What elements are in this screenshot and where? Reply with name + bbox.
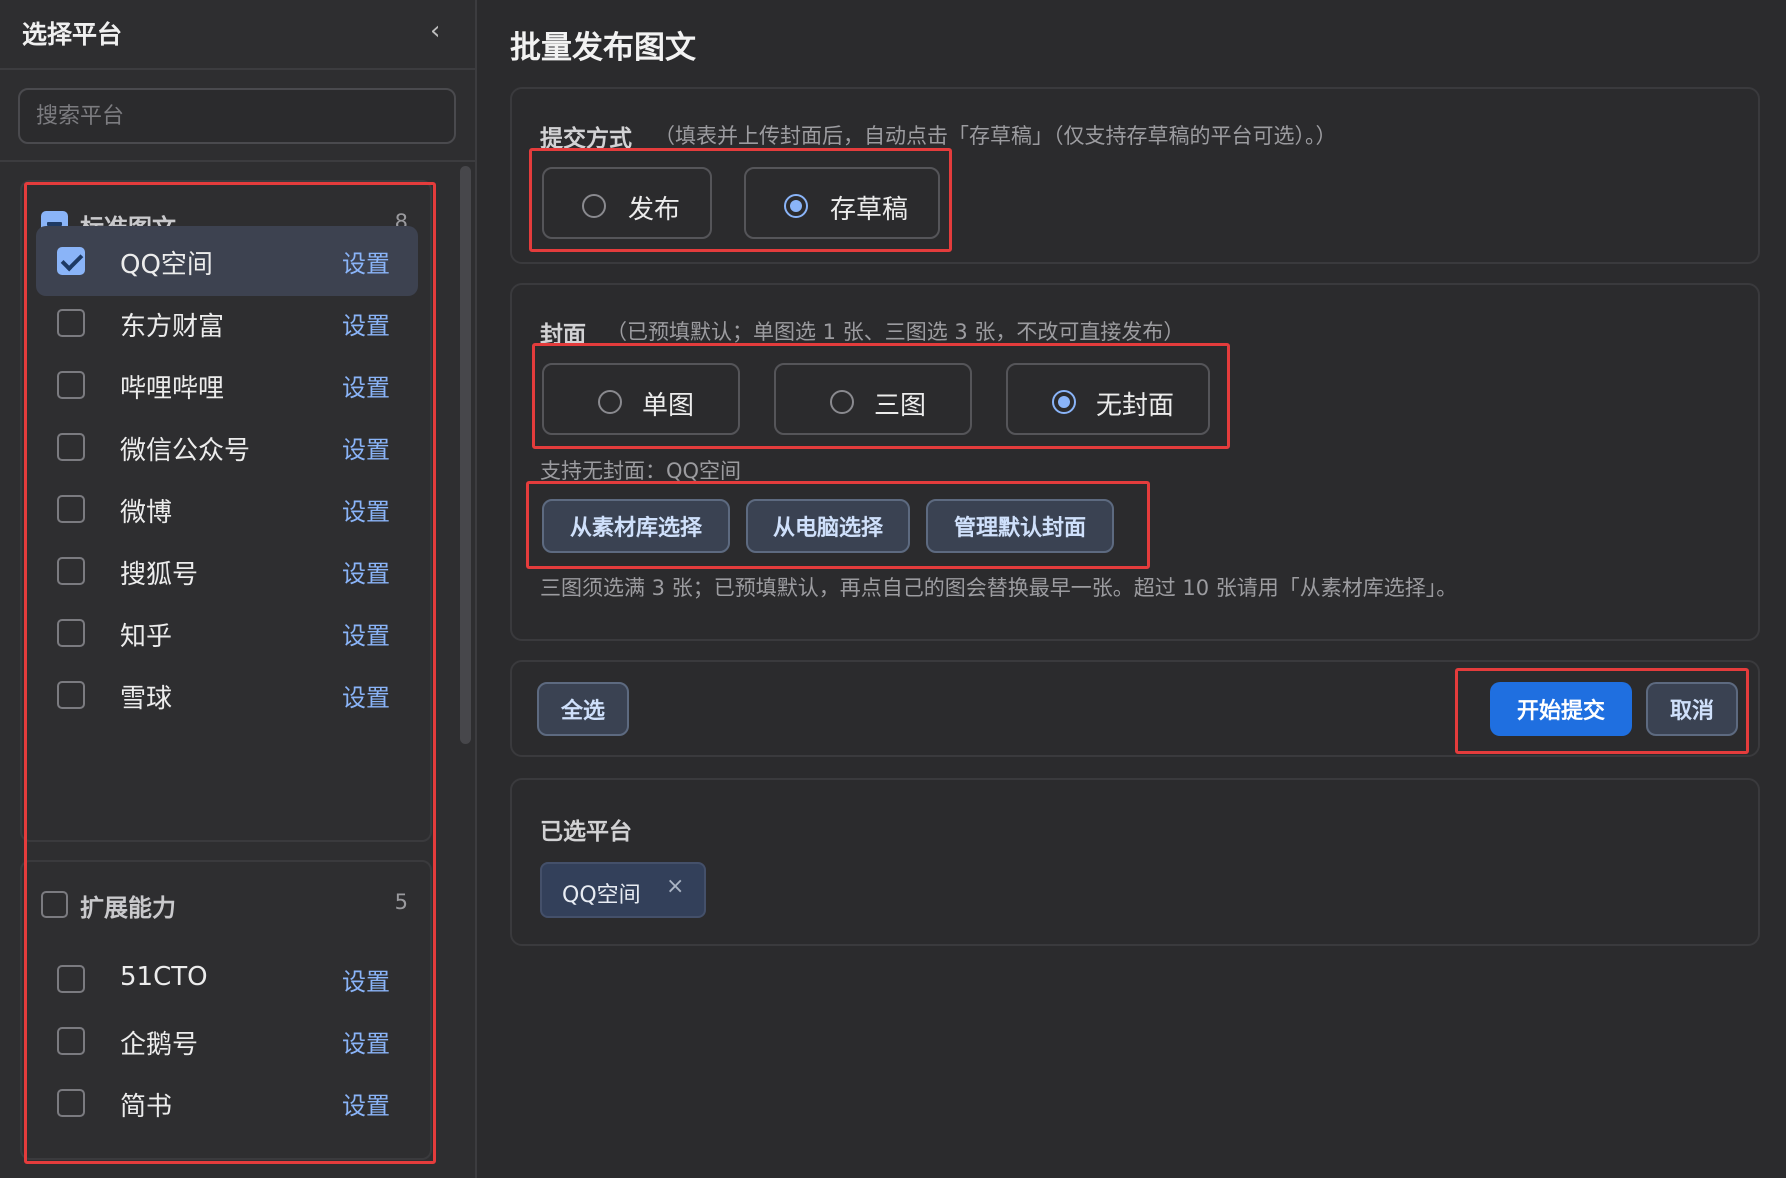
platform-settings-link[interactable]: 设置 bbox=[342, 962, 390, 997]
platform-checkbox[interactable] bbox=[57, 1089, 85, 1117]
choose-from-library-button[interactable]: 从素材库选择 bbox=[542, 499, 730, 553]
chip-label: QQ空间 bbox=[562, 883, 641, 908]
platform-search-input[interactable] bbox=[18, 88, 456, 144]
start-submit-button[interactable]: 开始提交 bbox=[1490, 682, 1632, 736]
platform-label: QQ空间 bbox=[120, 250, 213, 280]
platform-settings-link[interactable]: 设置 bbox=[342, 1086, 390, 1121]
platform-item[interactable]: 简书 设置 bbox=[36, 1068, 418, 1138]
actions-card: 全选 开始提交 取消 bbox=[510, 660, 1760, 757]
platform-item[interactable]: 哔哩哔哩 设置 bbox=[36, 350, 418, 420]
platform-settings-link[interactable]: 设置 bbox=[342, 244, 390, 279]
selected-platforms-card: 已选平台 QQ空间 × bbox=[510, 778, 1760, 946]
submit-method-label: 提交方式 bbox=[540, 126, 632, 152]
platform-settings-link[interactable]: 设置 bbox=[342, 306, 390, 341]
radio-single-image[interactable]: 单图 bbox=[542, 363, 740, 435]
manage-default-covers-button[interactable]: 管理默认封面 bbox=[926, 499, 1114, 553]
select-all-button[interactable]: 全选 bbox=[537, 682, 629, 736]
radio-indicator bbox=[830, 390, 854, 414]
platform-label: 简书 bbox=[120, 1092, 173, 1122]
scrollbar-thumb[interactable] bbox=[460, 166, 471, 744]
platform-settings-link[interactable]: 设置 bbox=[342, 492, 390, 527]
platform-label: 51CTO bbox=[120, 962, 208, 992]
radio-label: 无封面 bbox=[1096, 391, 1175, 421]
platform-settings-link[interactable]: 设置 bbox=[342, 368, 390, 403]
platform-checkbox[interactable] bbox=[57, 619, 85, 647]
radio-indicator bbox=[582, 194, 606, 218]
search-area bbox=[0, 72, 475, 162]
radio-three-images[interactable]: 三图 bbox=[774, 363, 972, 435]
group-count: 5 bbox=[394, 890, 408, 914]
cover-hint: （已预填默认；单图选 1 张、三图选 3 张，不改可直接发布） bbox=[606, 320, 1185, 344]
remove-chip-icon[interactable]: × bbox=[666, 874, 684, 899]
cover-card: 封面 （已预填默认；单图选 1 张、三图选 3 张，不改可直接发布） 单图 三图… bbox=[510, 283, 1760, 641]
cancel-button[interactable]: 取消 bbox=[1646, 682, 1738, 736]
platform-item[interactable]: QQ空间 设置 bbox=[36, 226, 418, 296]
no-cover-support-note: 支持无封面：QQ空间 bbox=[540, 459, 742, 483]
radio-publish[interactable]: 发布 bbox=[542, 167, 712, 239]
platform-item[interactable]: 微博 设置 bbox=[36, 474, 418, 544]
platform-label: 雪球 bbox=[120, 684, 173, 714]
platform-checkbox[interactable] bbox=[57, 1027, 85, 1055]
platform-item[interactable]: 51CTO 设置 bbox=[36, 944, 418, 1014]
platform-checkbox[interactable] bbox=[57, 309, 85, 337]
platform-checkbox[interactable] bbox=[57, 557, 85, 585]
platform-settings-link[interactable]: 设置 bbox=[342, 678, 390, 713]
platform-checkbox[interactable] bbox=[57, 965, 85, 993]
collapse-sidebar-icon[interactable]: ‹ bbox=[430, 16, 440, 46]
platform-checkbox[interactable] bbox=[57, 433, 85, 461]
group-checkbox[interactable] bbox=[41, 891, 68, 918]
platform-settings-link[interactable]: 设置 bbox=[342, 1024, 390, 1059]
platform-settings-link[interactable]: 设置 bbox=[342, 430, 390, 465]
platform-item[interactable]: 雪球 设置 bbox=[36, 660, 418, 730]
platform-label: 微信公众号 bbox=[120, 436, 251, 466]
three-image-note: 三图须选满 3 张；已预填默认，再点自己的图会替换最早一张。超过 10 张请用「… bbox=[540, 576, 1458, 600]
radio-indicator bbox=[1052, 390, 1076, 414]
radio-label: 存草稿 bbox=[830, 195, 909, 225]
platform-item[interactable]: 东方财富 设置 bbox=[36, 288, 418, 358]
choose-from-computer-button[interactable]: 从电脑选择 bbox=[746, 499, 910, 553]
group-standard: 标准图文 8 QQ空间 设置 东方财富 设置 哔哩哔哩 设置 微信公众号 设置 … bbox=[20, 180, 432, 842]
platform-label: 哔哩哔哩 bbox=[120, 374, 225, 404]
submit-method-hint: （填表并上传封面后，自动点击「存草稿」（仅支持存草稿的平台可选）。） bbox=[654, 124, 1337, 148]
sidebar-title: 选择平台 bbox=[22, 20, 123, 49]
page-title: 批量发布图文 bbox=[510, 30, 696, 66]
radio-label: 发布 bbox=[628, 195, 681, 225]
group-header[interactable]: 扩展能力 5 bbox=[22, 862, 430, 938]
radio-no-cover[interactable]: 无封面 bbox=[1006, 363, 1210, 435]
platform-settings-link[interactable]: 设置 bbox=[342, 616, 390, 651]
platform-label: 东方财富 bbox=[120, 312, 225, 342]
platform-item[interactable]: 微信公众号 设置 bbox=[36, 412, 418, 482]
platform-sidebar: 选择平台 ‹ 标准图文 8 QQ空间 设置 东方财富 设置 哔哩哔哩 设置 bbox=[0, 0, 477, 1178]
platform-item[interactable]: 搜狐号 设置 bbox=[36, 536, 418, 606]
platform-item[interactable]: 企鹅号 设置 bbox=[36, 1006, 418, 1076]
radio-indicator bbox=[784, 194, 808, 218]
platform-checkbox[interactable] bbox=[57, 681, 85, 709]
cover-label: 封面 bbox=[540, 322, 586, 348]
platform-label: 知乎 bbox=[120, 622, 173, 652]
selected-platforms-label: 已选平台 bbox=[540, 819, 632, 845]
platform-checkbox[interactable] bbox=[57, 247, 85, 275]
group-extended: 扩展能力 5 51CTO 设置 企鹅号 设置 简书 设置 bbox=[20, 860, 432, 1160]
platform-label: 搜狐号 bbox=[120, 560, 199, 590]
platform-label: 企鹅号 bbox=[120, 1030, 199, 1060]
platform-checkbox[interactable] bbox=[57, 495, 85, 523]
radio-save-draft[interactable]: 存草稿 bbox=[744, 167, 940, 239]
group-title: 扩展能力 bbox=[80, 894, 176, 922]
radio-label: 三图 bbox=[874, 391, 927, 421]
platform-item[interactable]: 知乎 设置 bbox=[36, 598, 418, 668]
selected-platform-chip: QQ空间 × bbox=[540, 862, 706, 918]
submit-method-card: 提交方式 （填表并上传封面后，自动点击「存草稿」（仅支持存草稿的平台可选）。） … bbox=[510, 87, 1760, 264]
sidebar-scrollbar[interactable] bbox=[458, 166, 472, 1178]
radio-indicator bbox=[598, 390, 622, 414]
platform-checkbox[interactable] bbox=[57, 371, 85, 399]
platform-settings-link[interactable]: 设置 bbox=[342, 554, 390, 589]
platform-label: 微博 bbox=[120, 498, 173, 528]
sidebar-header: 选择平台 ‹ bbox=[0, 0, 475, 70]
radio-label: 单图 bbox=[642, 391, 695, 421]
